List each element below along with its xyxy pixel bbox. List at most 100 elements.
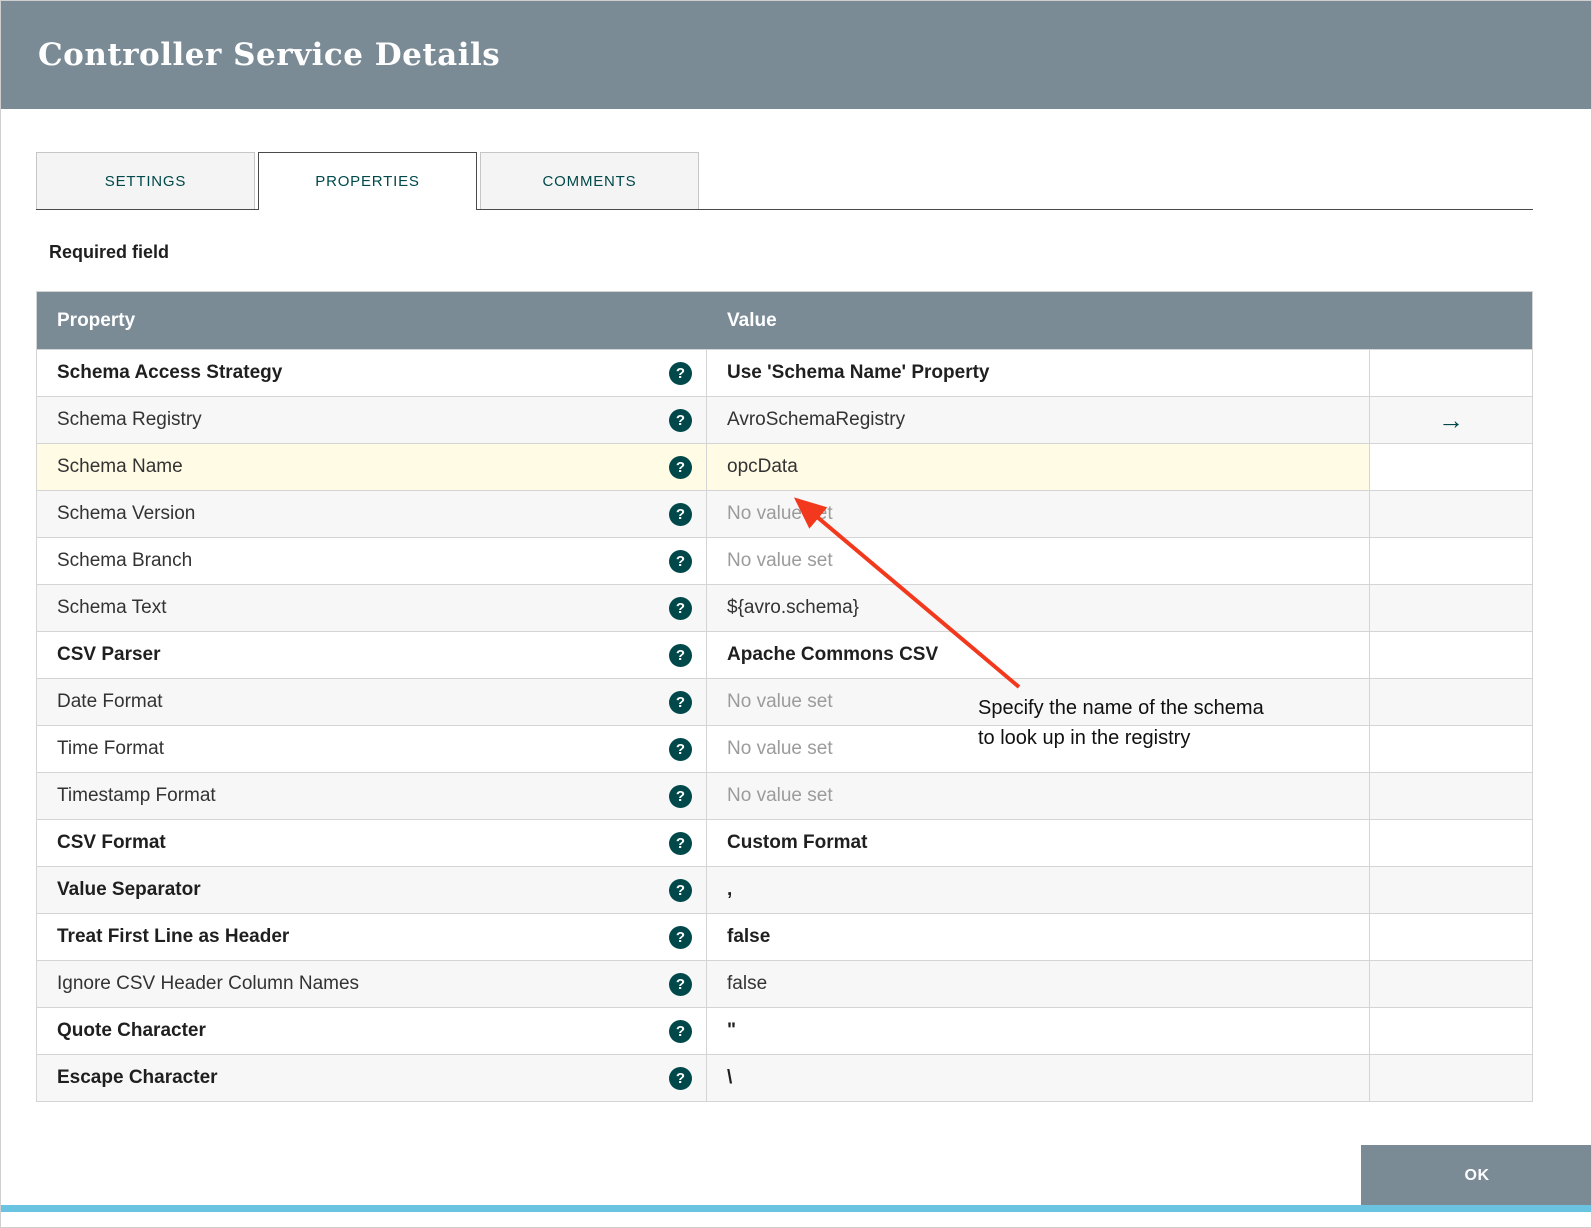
- help-icon[interactable]: ?: [669, 502, 692, 526]
- property-label: Treat First Line as Header: [57, 926, 290, 947]
- annotation-text: Specify the name of the schema to look u…: [978, 693, 1264, 753]
- property-cell: CSV Format?: [37, 820, 707, 866]
- annotation-text-line1: Specify the name of the schema: [978, 697, 1264, 719]
- value-cell[interactable]: ${avro.schema}: [707, 585, 1370, 631]
- value-cell[interactable]: Custom Format: [707, 820, 1370, 866]
- property-label: Schema Text: [57, 597, 167, 618]
- help-icon[interactable]: ?: [669, 925, 692, 949]
- value-cell[interactable]: No value set: [707, 773, 1370, 819]
- property-label: Ignore CSV Header Column Names: [57, 973, 360, 994]
- help-icon[interactable]: ?: [669, 455, 692, 479]
- value-cell[interactable]: Use 'Schema Name' Property: [707, 350, 1370, 396]
- value-cell[interactable]: No value set: [707, 491, 1370, 537]
- help-icon[interactable]: ?: [669, 737, 692, 761]
- help-icon[interactable]: ?: [669, 972, 692, 996]
- value-text: ,: [727, 879, 733, 900]
- property-label: Schema Version: [57, 503, 196, 524]
- properties-table-rows: Schema Access Strategy? Use 'Schema Name'…: [37, 349, 1532, 1101]
- help-icon[interactable]: ?: [669, 1019, 692, 1043]
- property-cell: Time Format?: [37, 726, 707, 772]
- required-field-label: Required field: [49, 242, 170, 262]
- table-row: Schema Name? opcData: [37, 443, 1532, 490]
- ok-button[interactable]: OK: [1361, 1145, 1591, 1207]
- goto-cell: [1370, 491, 1532, 537]
- table-row: Value Separator?,: [37, 866, 1532, 913]
- table-row: CSV Format? Custom Format: [37, 819, 1532, 866]
- value-text: Custom Format: [727, 832, 868, 853]
- property-cell: Schema Branch?: [37, 538, 707, 584]
- table-row: Schema Branch? No value set: [37, 537, 1532, 584]
- goto-cell: [1370, 1008, 1532, 1054]
- table-row: Schema Registry? AvroSchemaRegistry →: [37, 396, 1532, 443]
- tab-comments[interactable]: COMMENTS: [480, 152, 699, 209]
- property-cell: Ignore CSV Header Column Names?: [37, 961, 707, 1007]
- go-to-service-icon[interactable]: →: [1438, 407, 1464, 433]
- table-row: Ignore CSV Header Column Names? false: [37, 960, 1532, 1007]
- property-cell: Treat First Line as Header?: [37, 914, 707, 960]
- value-cell[interactable]: \: [707, 1055, 1370, 1101]
- goto-cell: [1370, 679, 1532, 725]
- value-text: Apache Commons CSV: [727, 644, 939, 665]
- table-row: Time Format? No value set: [37, 725, 1532, 772]
- help-icon[interactable]: ?: [669, 784, 692, 808]
- value-column-header: Value: [727, 309, 777, 331]
- property-label: Schema Branch: [57, 550, 193, 571]
- value-cell[interactable]: false: [707, 914, 1370, 960]
- help-icon[interactable]: ?: [669, 549, 692, 573]
- dialog-title: Controller Service Details: [38, 37, 501, 73]
- goto-cell: [1370, 350, 1532, 396]
- value-cell[interactable]: ,: [707, 867, 1370, 913]
- tab-settings[interactable]: SETTINGS: [36, 152, 255, 209]
- property-cell: Schema Name?: [37, 444, 707, 490]
- table-row: Date Format? No value set: [37, 678, 1532, 725]
- value-text: false: [727, 973, 768, 994]
- value-cell[interactable]: No value set: [707, 538, 1370, 584]
- help-icon[interactable]: ?: [669, 1066, 692, 1090]
- value-cell[interactable]: opcData: [707, 444, 1370, 490]
- property-cell: Escape Character?: [37, 1055, 707, 1101]
- property-cell: Timestamp Format?: [37, 773, 707, 819]
- property-cell: Schema Text?: [37, 585, 707, 631]
- help-icon[interactable]: ?: [669, 596, 692, 620]
- property-column-header: Property: [57, 309, 136, 331]
- help-icon[interactable]: ?: [669, 643, 692, 667]
- property-label: Quote Character: [57, 1020, 206, 1041]
- property-cell: Schema Access Strategy?: [37, 350, 707, 396]
- property-label: Timestamp Format: [57, 785, 216, 806]
- value-cell[interactable]: false: [707, 961, 1370, 1007]
- property-label: Date Format: [57, 691, 163, 712]
- goto-cell: [1370, 867, 1532, 913]
- value-cell[interactable]: ": [707, 1008, 1370, 1054]
- goto-cell: [1370, 444, 1532, 490]
- help-icon[interactable]: ?: [669, 878, 692, 902]
- help-icon[interactable]: ?: [669, 361, 692, 385]
- property-label: CSV Format: [57, 832, 166, 853]
- goto-cell: [1370, 773, 1532, 819]
- tab-bar: SETTINGS PROPERTIES COMMENTS: [36, 152, 1533, 210]
- property-label: CSV Parser: [57, 644, 161, 665]
- goto-cell: →: [1370, 397, 1532, 443]
- property-label: Schema Registry: [57, 409, 202, 430]
- property-cell: Value Separator?: [37, 867, 707, 913]
- value-cell[interactable]: Apache Commons CSV: [707, 632, 1370, 678]
- table-row: CSV Parser? Apache Commons CSV: [37, 631, 1532, 678]
- value-text: false: [727, 926, 771, 947]
- value-text: No value set: [727, 738, 833, 759]
- goto-cell: [1370, 820, 1532, 866]
- table-row: Timestamp Format? No value set: [37, 772, 1532, 819]
- value-text: ": [727, 1020, 737, 1041]
- tab-properties[interactable]: PROPERTIES: [258, 152, 477, 210]
- value-cell[interactable]: AvroSchemaRegistry: [707, 397, 1370, 443]
- value-text: No value set: [727, 785, 833, 806]
- value-text: opcData: [727, 456, 798, 477]
- property-cell: Schema Version?: [37, 491, 707, 537]
- table-row: Escape Character? \: [37, 1054, 1532, 1101]
- value-text: No value set: [727, 550, 833, 571]
- value-text: \: [727, 1067, 733, 1088]
- table-row: Schema Text? ${avro.schema}: [37, 584, 1532, 631]
- property-label: Value Separator: [57, 879, 201, 900]
- help-icon[interactable]: ?: [669, 831, 692, 855]
- help-icon[interactable]: ?: [669, 408, 692, 432]
- property-label: Time Format: [57, 738, 164, 759]
- help-icon[interactable]: ?: [669, 690, 692, 714]
